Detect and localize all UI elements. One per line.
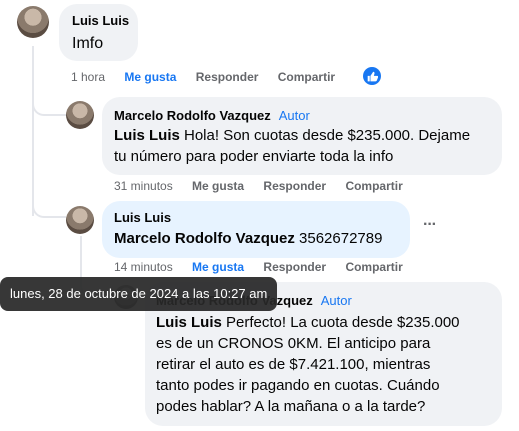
thread-connector (32, 96, 66, 116)
comment-timestamp[interactable]: 31 minutos (114, 179, 173, 193)
comment-text-line: 3562672789 (294, 230, 383, 247)
mention-link[interactable]: Luis Luis (156, 314, 222, 331)
comment-actions: 31 minutos Me gusta Responder Compartir (114, 179, 419, 193)
share-button[interactable]: Compartir (345, 260, 402, 274)
avatar[interactable] (17, 6, 49, 38)
avatar[interactable] (66, 101, 94, 129)
share-button[interactable]: Compartir (345, 179, 402, 193)
avatar[interactable] (66, 206, 94, 234)
reply-button[interactable]: Responder (263, 260, 326, 274)
comment-timestamp[interactable]: 14 minutos (114, 260, 173, 274)
like-button[interactable]: Me gusta (192, 260, 244, 274)
timestamp-tooltip: lunes, 28 de octubre de 2024 a las 10:27… (0, 277, 278, 311)
thread-line (32, 46, 34, 216)
mention-link[interactable]: Luis Luis (114, 127, 180, 144)
comment-bubble: Luis Luis Imfo (59, 4, 138, 61)
like-button[interactable]: Me gusta (192, 179, 244, 193)
share-button[interactable]: Compartir (278, 70, 335, 84)
comment-text-line: es de un CRONOS 0KM. El anticipo para (156, 335, 431, 352)
like-button[interactable]: Me gusta (124, 70, 176, 84)
comment-timestamp[interactable]: 1 hora (71, 70, 105, 84)
reply-button[interactable]: Responder (196, 70, 259, 84)
comment-actions: 14 minutos Me gusta Responder Compartir (114, 260, 419, 274)
comment-text-line: Perfecto! La cuota desde $235.000 (221, 314, 460, 331)
comment-text: Luis Luis Perfecto! La cuota desde $235.… (156, 312, 460, 417)
comment-text: Luis Luis Hola! Son cuotas desde $235.00… (114, 125, 470, 167)
mention-link[interactable]: Marcelo Rodolfo Vazquez (114, 230, 295, 247)
comment-text-line: Hola! Son cuotas desde $235.000. Dejame (179, 127, 471, 144)
thread-connector (32, 196, 66, 218)
comment-text-line: podes hablar? A la mañana o a la tarde? (156, 398, 426, 415)
author-badge: Autor (320, 293, 352, 308)
reply-button[interactable]: Responder (263, 179, 326, 193)
comment-author[interactable]: Luis Luis (114, 210, 171, 225)
comment-actions: 1 hora Me gusta Responder Compartir (71, 70, 351, 84)
comment-author[interactable]: Marcelo Rodolfo Vazquez (114, 108, 271, 123)
more-options-icon[interactable]: ··· (423, 216, 437, 234)
comment-bubble: Luis Luis Marcelo Rodolfo Vazquez 356267… (102, 201, 410, 258)
comment-text-line: retirar el auto es de $7.421.100, mientr… (156, 356, 431, 373)
comment-text-line: tanto podes ir pagando en cuotas. Cuándo (156, 377, 440, 394)
comment-text-line: tu número para poder enviarte toda la in… (114, 148, 394, 165)
comment-text: Imfo (72, 35, 104, 52)
comment-author[interactable]: Luis Luis (72, 13, 129, 28)
reply-thread-line (80, 236, 82, 278)
comment-text: Marcelo Rodolfo Vazquez 3562672789 (114, 228, 382, 249)
comment-bubble: Marcelo Rodolfo Vazquez Autor Luis Luis H… (102, 97, 502, 175)
like-reaction-icon[interactable] (363, 67, 381, 85)
author-badge: Autor (278, 108, 310, 123)
